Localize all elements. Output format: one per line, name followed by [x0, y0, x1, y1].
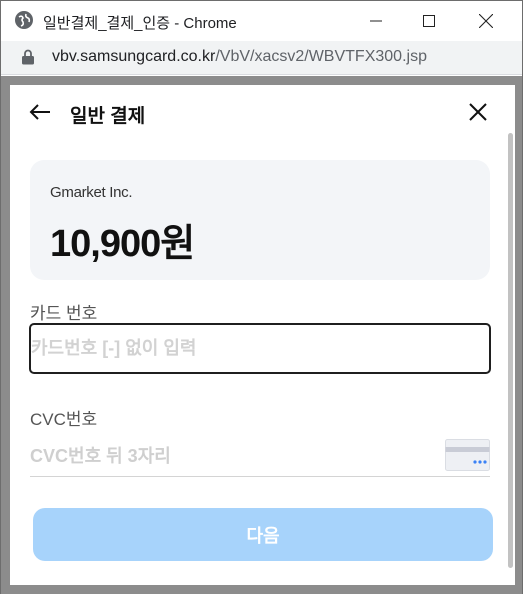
close-button[interactable]: [464, 98, 492, 126]
cvc-field-box: [30, 437, 490, 477]
lock-icon: [21, 49, 35, 65]
globe-icon: [15, 11, 33, 29]
arrow-left-icon: [29, 104, 50, 120]
merchant-name: Gmarket Inc.: [50, 184, 133, 201]
amount-card: Gmarket Inc. 10,900원: [30, 160, 490, 280]
maximize-button[interactable]: [400, 1, 458, 41]
browser-window: 일반결제_결제_인증 - Chrome vbv.samsungcard.co.k…: [0, 0, 523, 594]
next-button[interactable]: 다음: [33, 508, 493, 561]
minimize-icon: [370, 20, 382, 22]
payment-modal: 일반 결제 Gmarket Inc. 10,900원 카드 번호 CVC번호: [10, 85, 515, 585]
card-number-label: 카드 번호: [30, 304, 98, 323]
minimize-button[interactable]: [347, 1, 405, 41]
page-backdrop: 일반 결제 Gmarket Inc. 10,900원 카드 번호 CVC번호: [1, 76, 522, 594]
url-path: /VbV/xacsv2/WBVTFX300.jsp: [215, 48, 427, 65]
scrollbar[interactable]: [508, 133, 513, 568]
credit-card-icon: [445, 439, 490, 471]
cvc-input[interactable]: [30, 437, 430, 475]
url-text[interactable]: vbv.samsungcard.co.kr/VbV/xacsv2/WBVTFX3…: [52, 48, 427, 66]
title-bar: 일반결제_결제_인증 - Chrome: [1, 1, 522, 41]
page-title: 일반 결제: [70, 106, 146, 127]
close-icon: [469, 103, 487, 121]
back-button[interactable]: [28, 99, 54, 125]
card-number-field-box: [29, 323, 491, 374]
payment-amount: 10,900원: [50, 223, 195, 265]
window-close-button[interactable]: [457, 1, 515, 41]
url-host: vbv.samsungcard.co.kr: [52, 48, 216, 65]
modal-header: 일반 결제: [10, 85, 515, 141]
maximize-icon: [423, 15, 435, 27]
window-title: 일반결제_결제_인증 - Chrome: [43, 15, 237, 32]
address-bar[interactable]: vbv.samsungcard.co.kr/VbV/xacsv2/WBVTFX3…: [1, 41, 522, 75]
card-number-input[interactable]: [31, 325, 489, 372]
window-close-icon: [479, 14, 493, 28]
cvc-label: CVC번호: [30, 410, 98, 429]
